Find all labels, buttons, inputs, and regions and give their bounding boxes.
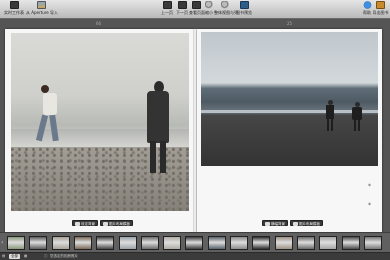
view-page-button[interactable]: 查看页面: [189, 1, 205, 18]
filmstrip-thumbnail[interactable]: [274, 236, 293, 250]
right-background-label: 横幅背景: [271, 222, 285, 226]
left-layout-label: 图片布局模板: [109, 222, 130, 226]
left-page[interactable]: [5, 29, 195, 234]
beach-photo-right[interactable]: [201, 32, 378, 166]
filmstrip-thumbnail[interactable]: [185, 236, 204, 250]
filmstrip-thumbnail[interactable]: [118, 236, 137, 250]
adult-coat: [147, 91, 169, 143]
help-button[interactable]: 帮助: [362, 1, 372, 18]
filmstrip-thumbnail[interactable]: [73, 236, 92, 250]
view-page-icon: [192, 1, 201, 9]
all-photos-button[interactable]: 全部: [9, 254, 20, 259]
right-layout-button[interactable]: 图片布局模板: [290, 220, 323, 226]
previous-page-button[interactable]: 上一页: [160, 1, 174, 18]
export-label: 导出图书: [372, 10, 389, 15]
help-icon: [362, 1, 372, 9]
filmstrip-thumbnail[interactable]: [252, 236, 271, 250]
book-preview-label: 图书预览: [236, 10, 252, 15]
book-viewer: 66 25 ◆ ◆ 设定背景 图片布局模板 横幅背景 图片布局模板: [0, 19, 390, 234]
filmstrip-thumbnail[interactable]: [341, 236, 360, 250]
filmstrip-thumbnail[interactable]: [363, 236, 382, 250]
right-layout-label: 图片布局模板: [299, 222, 320, 226]
help-label: 帮助: [363, 10, 371, 15]
right-background-button[interactable]: 横幅背景: [262, 220, 288, 226]
zoom-in-icon: [220, 1, 230, 9]
import-aperture-button[interactable]: 从 Aperture 导入: [26, 1, 59, 18]
next-page-label: 下一页: [176, 10, 188, 15]
left-background-button[interactable]: 设定背景: [72, 220, 98, 226]
left-layout-button[interactable]: 图片布局模板: [100, 220, 133, 226]
monitor-icon: [9, 1, 19, 9]
filmstrip-thumbnail[interactable]: [296, 236, 315, 250]
filmstrip-thumbnail[interactable]: [207, 236, 226, 250]
layout-icon: [103, 222, 108, 226]
filmstrip-thumbnail[interactable]: [319, 236, 338, 250]
person-two-body: [352, 107, 362, 120]
zoom-in-button[interactable]: 整体视图与列: [214, 1, 238, 18]
book-preview-button[interactable]: 图书预览: [236, 1, 252, 18]
photo-import-icon: [36, 1, 46, 9]
scroll-left-icon[interactable]: ‹: [1, 239, 3, 246]
import-aperture-label: 从 Aperture 导入: [26, 10, 59, 15]
page-ornament: ◆: [368, 182, 372, 187]
person-one-body: [326, 105, 334, 119]
status-text: 您选定的相册照片: [50, 254, 78, 258]
next-page-button[interactable]: 下一页: [175, 1, 189, 18]
page-ornament: ◆: [368, 201, 372, 206]
person-one-leg-right: [331, 119, 333, 131]
person-one-leg-left: [327, 119, 329, 131]
left-background-label: 设定背景: [81, 222, 95, 226]
live-worksheet-label: 实时工作表: [4, 10, 24, 15]
status-bar: ▤ 全部 ▦ ⓘ 您选定的相册照片: [0, 252, 390, 260]
person-two-leg-left: [354, 120, 356, 131]
zoom-in-label: 整体视图与列: [214, 10, 238, 15]
right-page-number: 25: [287, 21, 293, 26]
adult-leg-left: [150, 141, 156, 173]
zoom-out-icon: [204, 1, 214, 9]
export-icon: [376, 1, 385, 9]
zoom-out-label: 缩小: [205, 10, 213, 15]
child-shirt: [43, 93, 57, 115]
grid-icon[interactable]: ▦: [24, 254, 27, 259]
previous-page-label: 上一页: [161, 10, 173, 15]
live-worksheet-button[interactable]: 实时工作表: [4, 1, 24, 18]
background-icon: [75, 222, 80, 226]
info-icon: ⓘ: [44, 254, 48, 258]
filmstrip-thumbnail[interactable]: [140, 236, 159, 250]
adult-leg-right: [160, 141, 166, 173]
toolbar: 实时工作表 从 Aperture 导入 上一页 下一页 查看页面 缩小 整体视图…: [0, 0, 390, 19]
book-preview-icon: [239, 1, 249, 9]
next-page-icon: [177, 1, 187, 9]
filmstrip-thumbnail[interactable]: [7, 236, 25, 250]
export-button[interactable]: 导出图书: [372, 1, 389, 18]
filmstrip-thumbnail[interactable]: [230, 236, 248, 250]
beach-photo-left[interactable]: [11, 33, 189, 211]
right-page[interactable]: ◆ ◆: [197, 29, 382, 234]
person-two-leg-right: [358, 120, 360, 131]
child-head: [41, 85, 49, 93]
filmstrip-thumbnail[interactable]: [51, 236, 70, 250]
previous-page-icon: [162, 1, 172, 9]
layout-icon: [293, 222, 298, 226]
filmstrip-thumbnail[interactable]: [29, 236, 48, 250]
view-page-label: 查看页面: [189, 10, 205, 15]
zoom-out-button[interactable]: 缩小: [204, 1, 214, 18]
filmstrip-icon: ▤: [2, 254, 6, 258]
filmstrip-thumbnail[interactable]: [96, 236, 115, 250]
left-page-number: 66: [96, 21, 102, 26]
background-icon: [265, 222, 270, 226]
photo-filmstrip[interactable]: ‹: [0, 232, 390, 252]
filmstrip-thumbnail[interactable]: [163, 236, 182, 250]
